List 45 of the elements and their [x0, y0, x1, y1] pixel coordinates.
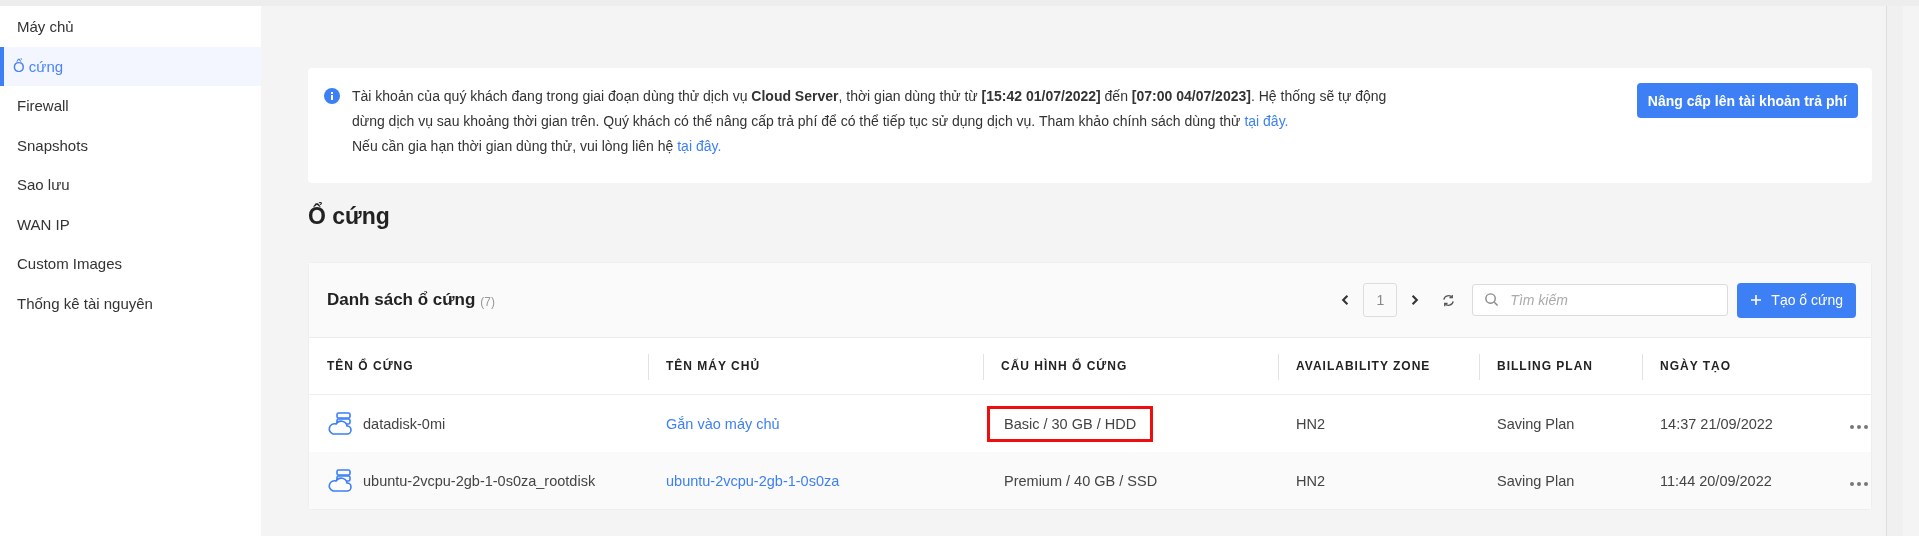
column-header: NGÀY TẠO [1660, 359, 1732, 373]
sidebar-item[interactable]: Ổ cứng [0, 46, 261, 86]
sidebar-item[interactable]: WAN IP [0, 204, 261, 244]
sidebar-item[interactable]: Máy chủ [0, 7, 261, 47]
refresh-icon[interactable] [1441, 292, 1457, 308]
disk-count: (7) [480, 294, 495, 309]
column-header: TÊN MÁY CHỦ [666, 359, 761, 373]
sidebar-item[interactable]: Custom Images [0, 244, 261, 284]
disk-config: Basic / 30 GB / HDD [987, 405, 1154, 442]
created-date-cell: 11:44 20/09/2022 [1660, 472, 1772, 489]
notice-text: Nếu cần gia hạn thời gian dùng thử, vui lòng liên hệ tại đây. [352, 137, 723, 156]
disk-name: datadisk-0mi [363, 415, 446, 432]
notice-text: Tài khoản của quý khách đang trong giai đoạn dùng thử dịch vụ Cloud Server, thời gian dùng thử từ [15:42 01/07/2022] đến [07:00 04/07/2023]. Hệ thống sẽ tự động dừng dịch vụ sau khoảng thời gian trên. Quý khách có thể nâng cấp trả phí để có thể tiếp tục sử dụng dịch vụ. Tham khảo chính sách dùng thử tại đây. [352, 87, 1387, 131]
sidebar-item[interactable]: Thống kê tài nguyên [0, 283, 261, 323]
sidebar-item[interactable]: Firewall [0, 86, 261, 126]
sidebar-item[interactable]: Sao lưu [0, 165, 261, 205]
column-header: TÊN Ổ CỨNG [327, 359, 414, 373]
more-options-icon[interactable] [1850, 481, 1868, 486]
page-title: Ổ cứng [308, 201, 391, 231]
created-date-cell: 14:37 21/09/2022 [1660, 415, 1773, 432]
cloud-storage-icon [327, 411, 353, 436]
server-link[interactable]: Gắn vào máy chủ [666, 415, 780, 432]
column-header: AVAILABILITY ZONE [1296, 359, 1431, 373]
disk-config: Premium / 40 GB / SSD [1003, 471, 1159, 491]
column-header: CẤU HÌNH Ổ CỨNG [1001, 359, 1128, 373]
server-link[interactable]: ubuntu-2vcpu-2gb-1-0s0za [666, 472, 840, 489]
more-options-icon[interactable] [1850, 424, 1868, 429]
billing-plan-cell: Saving Plan [1497, 415, 1575, 432]
card-title: Danh sách ổ cứng [327, 290, 476, 310]
here-link[interactable]: tại đây. [677, 138, 722, 154]
info-icon [324, 88, 340, 104]
create-disk-button[interactable]: Tạo ổ cứng [1737, 282, 1856, 318]
billing-plan-cell: Saving Plan [1497, 472, 1575, 489]
zone-cell: HN2 [1296, 472, 1325, 489]
upgrade-button[interactable]: Nâng cấp lên tài khoản trả phí [1636, 83, 1858, 118]
plus-icon [1750, 294, 1763, 306]
here-link[interactable]: tại đây. [1244, 113, 1289, 129]
search-icon [1484, 292, 1500, 307]
zone-cell: HN2 [1296, 415, 1325, 432]
cloud-storage-icon [327, 468, 353, 493]
search-field[interactable]: Tìm kiếm [1472, 284, 1729, 316]
sidebar-item[interactable]: Snapshots [0, 125, 261, 165]
column-header: BILLING PLAN [1497, 359, 1593, 373]
page-number[interactable]: 1 [1363, 283, 1398, 317]
disk-name: ubuntu-2vcpu-2gb-1-0s0za_rootdisk [363, 472, 596, 489]
